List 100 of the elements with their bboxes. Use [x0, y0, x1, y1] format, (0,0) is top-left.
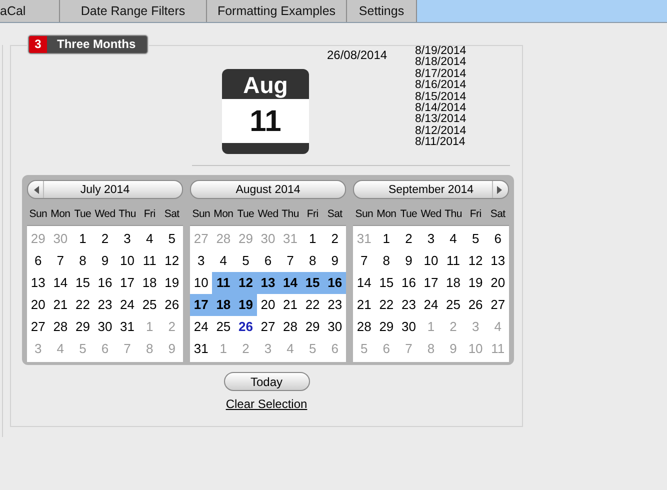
day-cell[interactable]: 12: [160, 250, 183, 272]
tab[interactable]: aCal: [0, 0, 60, 22]
day-cell[interactable]: 18: [442, 272, 464, 294]
day-cell[interactable]: 20: [27, 294, 50, 316]
day-cell[interactable]: 3: [420, 228, 442, 250]
month-header[interactable]: August 2014: [190, 180, 346, 199]
day-cell[interactable]: 9: [398, 250, 420, 272]
day-cell[interactable]: 12: [464, 250, 487, 272]
day-cell[interactable]: 7: [353, 250, 376, 272]
day-cell[interactable]: 19: [160, 272, 183, 294]
day-cell[interactable]: 13: [256, 272, 280, 294]
day-cell[interactable]: 30: [324, 316, 346, 338]
day-cell[interactable]: 1: [72, 228, 94, 250]
day-cell[interactable]: 24: [116, 294, 138, 316]
day-cell[interactable]: 30: [94, 316, 116, 338]
today-button[interactable]: Today: [224, 372, 310, 391]
day-cell[interactable]: 2: [94, 228, 116, 250]
group-title-tab[interactable]: 3 Three Months: [28, 35, 148, 54]
day-cell[interactable]: 28: [49, 316, 72, 338]
day-cell[interactable]: 24: [420, 294, 442, 316]
day-cell[interactable]: 17: [116, 272, 138, 294]
day-cell[interactable]: 29: [301, 316, 324, 338]
day-cell[interactable]: 8: [375, 250, 398, 272]
day-cell[interactable]: 9: [324, 250, 346, 272]
clear-selection-link[interactable]: Clear Selection: [226, 397, 308, 411]
day-cell[interactable]: 7: [279, 250, 302, 272]
day-cell[interactable]: 23: [398, 294, 420, 316]
day-cell[interactable]: 13: [27, 272, 50, 294]
day-cell[interactable]: 10: [420, 250, 442, 272]
day-cell[interactable]: 30: [398, 316, 420, 338]
day-cell[interactable]: 27: [27, 316, 50, 338]
day-cell[interactable]: 19: [234, 294, 257, 316]
day-cell[interactable]: 18: [138, 272, 161, 294]
day-cell[interactable]: 15: [301, 272, 324, 294]
day-cell[interactable]: 18: [212, 294, 235, 316]
day-cell[interactable]: 8: [301, 250, 324, 272]
day-cell[interactable]: 1: [301, 228, 324, 250]
day-cell[interactable]: 9: [94, 250, 116, 272]
tab[interactable]: Settings: [347, 0, 417, 22]
day-cell[interactable]: 11: [212, 272, 235, 294]
day-cell[interactable]: 19: [464, 272, 487, 294]
day-cell[interactable]: 10: [116, 250, 138, 272]
day-cell[interactable]: 14: [279, 272, 302, 294]
day-cell[interactable]: 28: [279, 316, 302, 338]
day-cell[interactable]: 15: [375, 272, 398, 294]
day-cell[interactable]: 26: [464, 294, 487, 316]
day-cell[interactable]: 6: [486, 228, 509, 250]
day-cell[interactable]: 16: [398, 272, 420, 294]
day-cell[interactable]: 22: [375, 294, 398, 316]
day-cell[interactable]: 12: [234, 272, 257, 294]
day-cell[interactable]: 4: [442, 228, 464, 250]
day-cell[interactable]: 5: [234, 250, 257, 272]
day-cell[interactable]: 6: [256, 250, 280, 272]
day-cell[interactable]: 4: [212, 250, 235, 272]
day-cell[interactable]: 16: [324, 272, 346, 294]
day-cell[interactable]: 27: [486, 294, 509, 316]
day-cell[interactable]: 26: [160, 294, 183, 316]
day-cell[interactable]: 1: [375, 228, 398, 250]
day-cell[interactable]: 29: [375, 316, 398, 338]
day-cell[interactable]: 25: [138, 294, 161, 316]
day-cell[interactable]: 14: [353, 272, 376, 294]
day-cell[interactable]: 20: [486, 272, 509, 294]
day-cell[interactable]: 8: [72, 250, 94, 272]
day-cell[interactable]: 26: [234, 316, 257, 338]
day-cell[interactable]: 2: [324, 228, 346, 250]
day-cell[interactable]: 21: [279, 294, 302, 316]
day-cell[interactable]: 17: [190, 294, 212, 316]
day-cell[interactable]: 25: [442, 294, 464, 316]
day-cell[interactable]: 6: [27, 250, 50, 272]
day-cell[interactable]: 4: [138, 228, 161, 250]
day-cell[interactable]: 28: [353, 316, 376, 338]
day-cell[interactable]: 11: [442, 250, 464, 272]
day-cell[interactable]: 21: [49, 294, 72, 316]
day-cell[interactable]: 5: [160, 228, 183, 250]
day-cell[interactable]: 29: [72, 316, 94, 338]
day-cell[interactable]: 24: [190, 316, 212, 338]
day-cell[interactable]: 10: [190, 272, 212, 294]
day-cell[interactable]: 11: [138, 250, 161, 272]
day-cell[interactable]: 15: [72, 272, 94, 294]
month-header[interactable]: September 2014: [353, 180, 509, 199]
day-cell[interactable]: 25: [212, 316, 235, 338]
tab[interactable]: Formatting Examples: [207, 0, 347, 22]
day-cell[interactable]: 3: [190, 250, 212, 272]
day-cell[interactable]: 23: [94, 294, 116, 316]
day-cell[interactable]: 22: [301, 294, 324, 316]
day-cell[interactable]: 27: [256, 316, 280, 338]
day-cell[interactable]: 3: [116, 228, 138, 250]
day-cell[interactable]: 31: [116, 316, 138, 338]
day-cell[interactable]: 17: [420, 272, 442, 294]
day-cell[interactable]: 5: [464, 228, 487, 250]
day-cell[interactable]: 21: [353, 294, 376, 316]
day-cell[interactable]: 16: [94, 272, 116, 294]
day-cell[interactable]: 23: [324, 294, 346, 316]
day-cell[interactable]: 31: [190, 338, 212, 360]
day-cell[interactable]: 2: [398, 228, 420, 250]
day-cell[interactable]: 22: [72, 294, 94, 316]
day-cell[interactable]: 14: [49, 272, 72, 294]
day-cell[interactable]: 7: [49, 250, 72, 272]
day-cell[interactable]: 20: [256, 294, 280, 316]
tab[interactable]: Date Range Filters: [60, 0, 207, 22]
